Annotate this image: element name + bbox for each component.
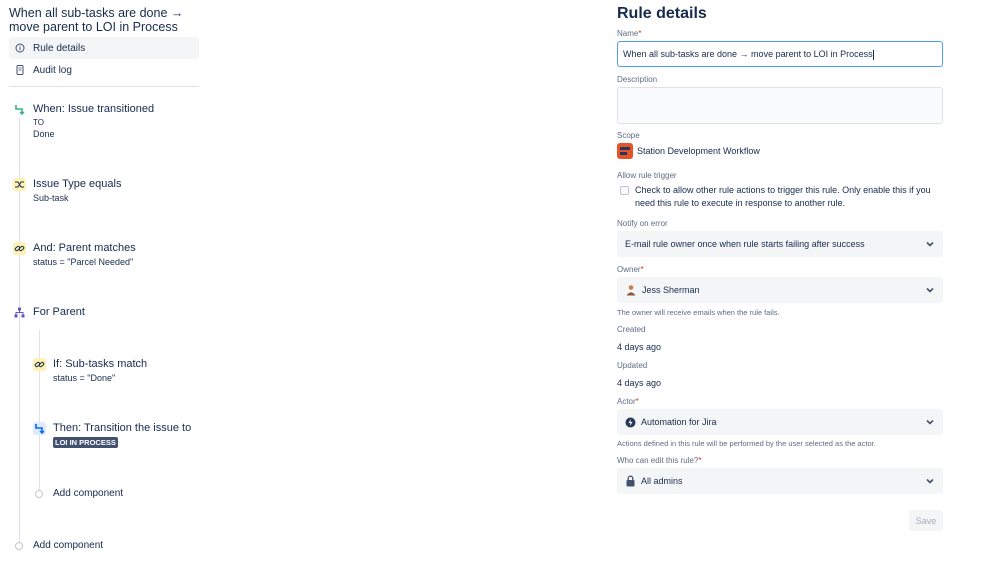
- chevron-down-icon: [926, 478, 934, 484]
- chevron-down-icon: [926, 419, 934, 425]
- link-icon: [33, 358, 46, 371]
- owner-label: Owner*: [617, 265, 644, 274]
- parent-matches-jql: status = "Parcel Needed": [33, 257, 134, 267]
- text-caret: [872, 49, 874, 60]
- updated-value: 4 days ago: [617, 378, 662, 388]
- allow-trigger-text: Check to allow other rule actions to tri…: [635, 185, 931, 208]
- notify-select-value: E-mail rule owner once when rule starts …: [625, 239, 865, 249]
- nav-item-label: Rule details: [33, 42, 86, 54]
- required-mark: *: [698, 456, 702, 465]
- owner-select-value: Jess Sherman: [642, 285, 700, 295]
- chevron-down-icon: [926, 241, 934, 247]
- branch-connector-line: [39, 330, 40, 493]
- status-lozenge: LOI IN PROCESS: [53, 437, 118, 448]
- notify-label: Notify on error: [617, 219, 668, 228]
- scope-value: Station Development Workflow: [617, 143, 760, 159]
- name-input-value: When all sub-tasks are done → move paren…: [623, 49, 874, 60]
- save-button[interactable]: Save: [909, 510, 943, 531]
- owner-select[interactable]: Jess Sherman: [617, 277, 943, 303]
- trigger-title: When: Issue transitioned: [33, 103, 155, 115]
- trigger-status: Done: [33, 129, 55, 139]
- editors-select-value: All admins: [641, 476, 683, 486]
- automation-avatar-icon: [625, 417, 636, 428]
- chevron-down-icon: [926, 287, 934, 293]
- add-component-button[interactable]: Add component: [15, 540, 103, 551]
- lock-icon: [625, 475, 636, 487]
- actor-select-value: Automation for Jira: [641, 417, 717, 427]
- issue-type-value: Sub-task: [33, 193, 69, 203]
- created-label: Created: [617, 325, 646, 334]
- allow-trigger-label: Allow rule trigger: [617, 171, 677, 180]
- scope-label: Scope: [617, 131, 640, 140]
- add-component-branch-button[interactable]: Add component: [35, 488, 123, 499]
- name-input[interactable]: When all sub-tasks are done → move paren…: [617, 41, 943, 67]
- nav-item-rule-details[interactable]: Rule details: [9, 37, 199, 59]
- info-icon: [15, 43, 25, 53]
- issue-type-title: Issue Type equals: [33, 178, 122, 190]
- link-icon: [13, 242, 26, 255]
- required-mark: *: [638, 29, 642, 38]
- add-component-ring-icon: [15, 541, 23, 550]
- name-label: Name*: [617, 29, 642, 38]
- transition-icon: [33, 422, 46, 435]
- owner-help-text: The owner will receive emails when the r…: [617, 308, 780, 317]
- created-value: 4 days ago: [617, 342, 662, 352]
- actor-select[interactable]: Automation for Jira: [617, 409, 943, 435]
- parent-matches-title: And: Parent matches: [33, 242, 136, 254]
- editors-label: Who can edit this rule?*: [617, 456, 702, 465]
- subtasks-match-title: If: Sub-tasks match: [53, 358, 148, 370]
- required-mark: *: [635, 397, 639, 406]
- nav-item-audit-log[interactable]: Audit log: [9, 59, 199, 81]
- rule-details-heading: Rule details: [617, 5, 707, 22]
- for-parent-title: For Parent: [33, 306, 85, 318]
- actor-help-text: Actions defined in this rule will be per…: [617, 439, 876, 448]
- add-component-ring-icon: [35, 489, 43, 498]
- user-avatar-icon: [625, 284, 637, 296]
- nav-item-label: Audit log: [33, 64, 72, 76]
- scope-project-name: Station Development Workflow: [637, 146, 760, 156]
- description-label: Description: [617, 75, 658, 84]
- editors-select[interactable]: All admins: [617, 468, 943, 494]
- project-avatar-icon: [617, 143, 633, 159]
- actor-label: Actor*: [617, 397, 639, 406]
- add-component-label: Add component: [33, 540, 104, 551]
- branch-icon: [13, 306, 26, 319]
- allow-trigger-checkbox[interactable]: [620, 186, 629, 195]
- updated-label: Updated: [617, 361, 648, 370]
- required-mark: *: [640, 265, 644, 274]
- rule-title[interactable]: When all sub-tasks are done → move paren…: [9, 6, 199, 34]
- trigger-to-label: TO: [33, 118, 44, 127]
- shuffle-icon: [13, 178, 26, 191]
- nav-divider: [9, 86, 199, 87]
- description-input[interactable]: [617, 87, 943, 124]
- subtasks-match-jql: status = "Done": [53, 373, 116, 383]
- document-icon: [15, 65, 25, 75]
- transition-action-title: Then: Transition the issue to: [53, 422, 192, 434]
- transition-icon: [13, 103, 26, 116]
- add-component-label: Add component: [53, 488, 124, 499]
- notify-select[interactable]: E-mail rule owner once when rule starts …: [617, 231, 943, 257]
